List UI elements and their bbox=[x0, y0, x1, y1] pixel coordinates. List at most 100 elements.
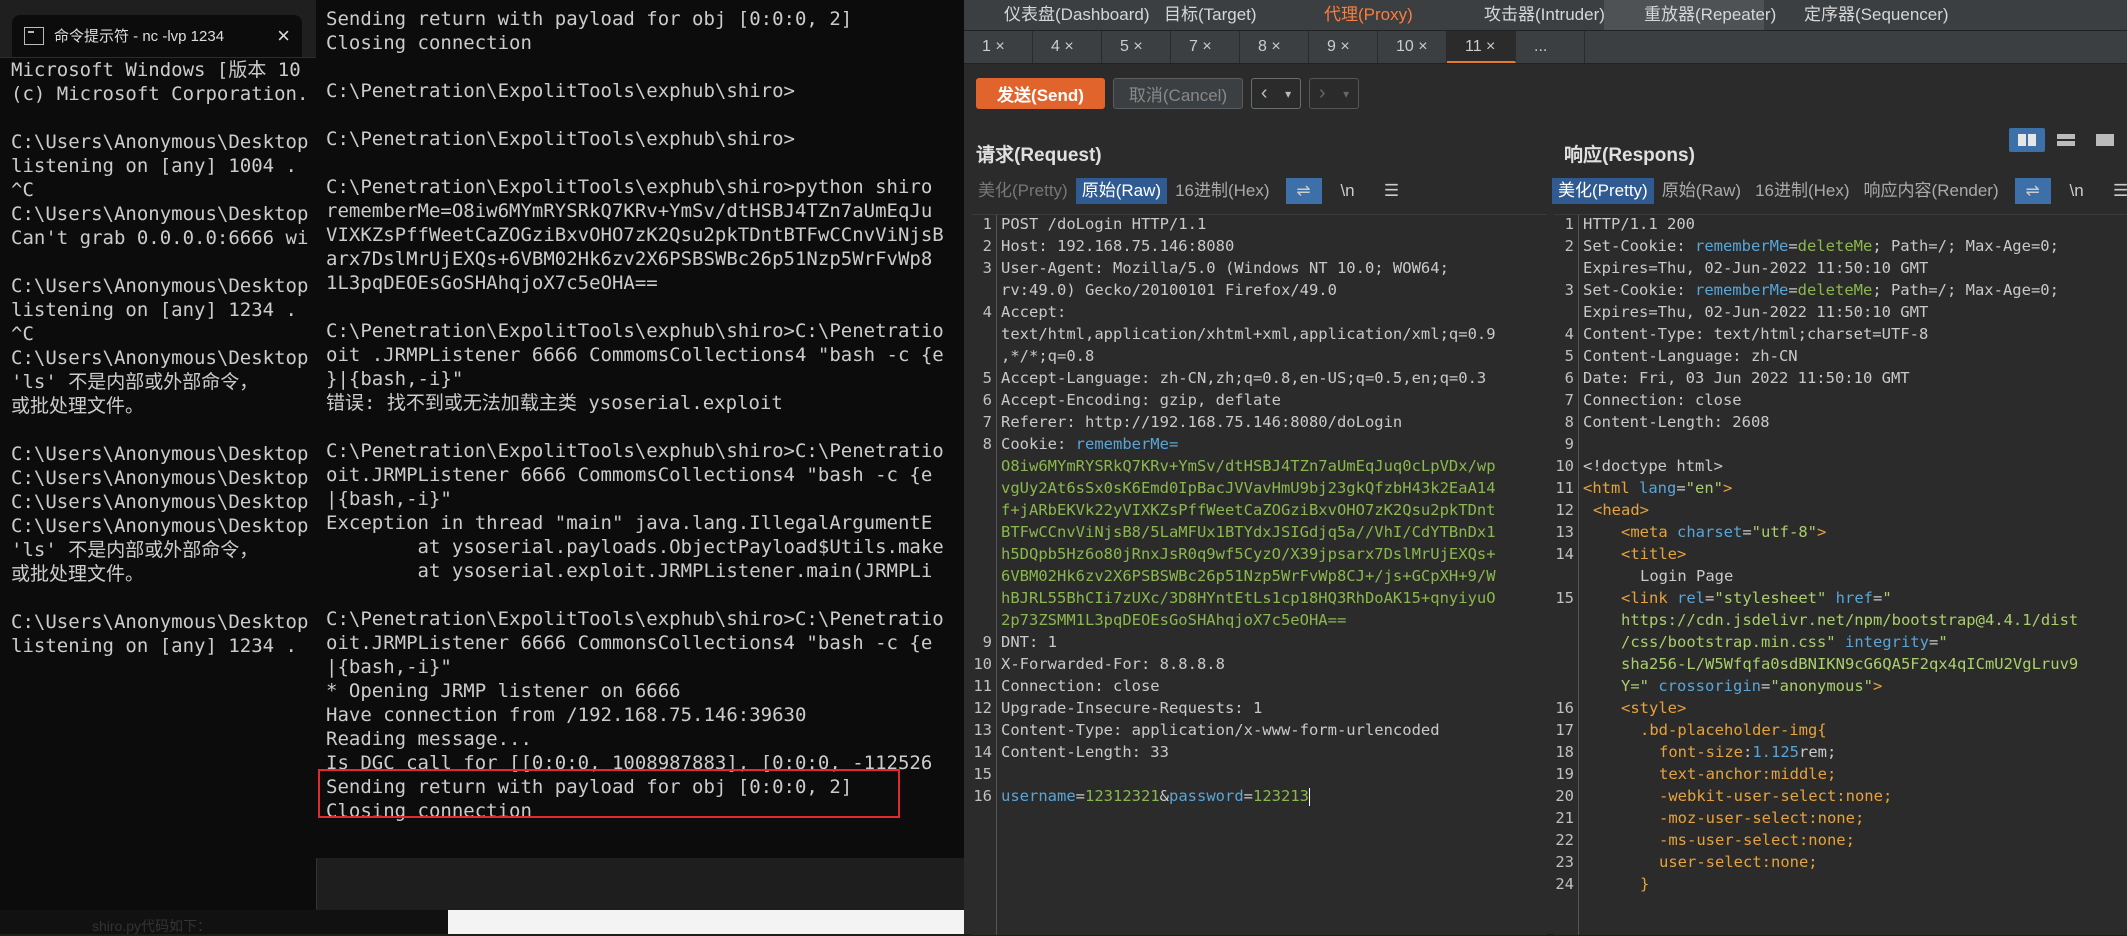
repeater-tab[interactable]: 10 × bbox=[1378, 31, 1447, 63]
line-number: 24 bbox=[1555, 875, 1574, 893]
code-line: Set-Cookie: rememberMe=deleteMe; Path=/;… bbox=[1583, 281, 2059, 299]
line-number: 8 bbox=[982, 435, 992, 453]
code-line: } bbox=[1640, 875, 1650, 893]
layout-toggle bbox=[2006, 128, 2123, 152]
code-line: Content-Language: zh-CN bbox=[1583, 347, 1798, 365]
response-tab-raw[interactable]: 原始(Raw) bbox=[1656, 178, 1747, 204]
document-text: shiro.py代码如下： bbox=[92, 918, 212, 934]
code-line: -ms-user-select:none; bbox=[1659, 831, 1855, 849]
line-number: 14 bbox=[973, 743, 992, 761]
repeater-tab[interactable]: 4 × bbox=[1033, 31, 1102, 63]
repeater-tab[interactable]: 7 × bbox=[1171, 31, 1240, 63]
cookie-value-line: h5DQpb5Hz6o80jRnxJsR0q9wf5CyzO/X39jpsarx… bbox=[1001, 545, 1496, 563]
request-tab-raw[interactable]: 原始(Raw) bbox=[1075, 178, 1168, 204]
tab-proxy[interactable]: 代理(Proxy) bbox=[1284, 0, 1444, 30]
split-horizontal-icon[interactable] bbox=[2009, 128, 2045, 152]
code-line: ,*/*;q=0.8 bbox=[1001, 347, 1095, 365]
terminal-line: ^C bbox=[11, 179, 34, 201]
code-line: Expires=Thu, 02-Jun-2022 11:50:10 GMT bbox=[1583, 303, 1929, 321]
tab-intruder[interactable]: 攻击器(Intruder) bbox=[1444, 0, 1605, 30]
terminal-line: C:\Users\Anonymous\Desktop bbox=[11, 131, 309, 153]
code-line: rv:49.0) Gecko/20100101 Firefox/49.0 bbox=[1001, 281, 1337, 299]
code-line: Content-Length: 33 bbox=[1001, 743, 1169, 761]
line-number: 17 bbox=[1555, 721, 1574, 739]
code-line: Cookie: rememberMe= bbox=[1001, 435, 1178, 453]
line-number: 1 bbox=[1564, 215, 1574, 233]
split-vertical-icon[interactable] bbox=[2048, 128, 2084, 152]
terminal-line: C:\Penetration\ExpolitTools\exphub\shiro… bbox=[326, 176, 933, 198]
code-line: -webkit-user-select:none; bbox=[1659, 787, 1893, 805]
terminal-line: * Opening JRMP listener on 6666 bbox=[326, 680, 681, 702]
terminal-icon bbox=[24, 26, 44, 45]
tab-sequencer[interactable]: 定序器(Sequencer) bbox=[1764, 0, 1949, 30]
terminal-line: C:\Penetration\ExpolitTools\exphub\shiro… bbox=[326, 80, 795, 102]
wrap-icon[interactable]: ⇌ bbox=[2014, 178, 2051, 204]
response-tab-render[interactable]: 响应内容(Render) bbox=[1858, 178, 2005, 204]
cookie-value-line: O8iw6MYmRYSRkQ7KRv+YmSv/dtHSBJ4TZn7aUmEq… bbox=[1001, 457, 1496, 475]
menu-icon[interactable]: ☰ bbox=[2103, 178, 2127, 204]
cancel-button[interactable]: 取消(Cancel) bbox=[1113, 78, 1243, 109]
tab-target[interactable]: 目标(Target) bbox=[1124, 0, 1284, 30]
request-view-tabs: 美化(Pretty) 原始(Raw) 16进制(Hex) ⇌ \n ☰ bbox=[972, 178, 1410, 204]
code-line: Login Page bbox=[1640, 567, 1734, 585]
close-icon[interactable]: × bbox=[277, 24, 290, 47]
terminal-line: Can't grab 0.0.0.0:6666 wi bbox=[11, 227, 309, 249]
send-button[interactable]: 发送(Send) bbox=[976, 78, 1105, 109]
response-tab-hex[interactable]: 16进制(Hex) bbox=[1749, 178, 1855, 204]
equals: = bbox=[1243, 787, 1253, 805]
wrap-icon[interactable]: ⇌ bbox=[1285, 178, 1322, 204]
tab-repeater[interactable]: 重放器(Repeater) bbox=[1604, 0, 1776, 30]
terminal-line: C:\Penetration\ExpolitTools\exphub\shiro… bbox=[326, 608, 944, 630]
terminal-line: C:\Users\Anonymous\Desktop bbox=[11, 275, 309, 297]
request-body[interactable]: POST /doLogin HTTP/1.1 Host: 192.168.75.… bbox=[996, 215, 1547, 935]
terminal-line: C:\Users\Anonymous\Desktop bbox=[11, 203, 309, 225]
code-line: POST /doLogin HTTP/1.1 bbox=[1001, 215, 1207, 233]
param-name: password bbox=[1169, 787, 1244, 805]
code-line: Host: 192.168.75.146:8080 bbox=[1001, 237, 1235, 255]
terminal-line: C:\Users\Anonymous\Desktop bbox=[11, 491, 309, 513]
request-tab-pretty[interactable]: 美化(Pretty) bbox=[972, 178, 1074, 204]
repeater-tab[interactable]: 1 × bbox=[964, 31, 1033, 63]
response-body: HTTP/1.1 200 Set-Cookie: rememberMe=dele… bbox=[1578, 215, 2127, 935]
line-number: 12 bbox=[1555, 501, 1574, 519]
request-tab-hex[interactable]: 16进制(Hex) bbox=[1169, 178, 1275, 204]
repeater-tab-more[interactable]: ... bbox=[1516, 31, 1585, 63]
single-pane-icon[interactable] bbox=[2087, 128, 2123, 152]
terminal-window-exploit: Sending return with payload for obj [0:0… bbox=[316, 0, 965, 858]
line-number: 10 bbox=[973, 655, 992, 673]
code-line: Accept-Language: zh-CN,zh;q=0.8,en-US;q=… bbox=[1001, 369, 1487, 387]
response-editor: 1 2 3 4 5 6 7 8 9 10 11 12 13 14 15 16 17 18 19 20 21 22 23 24 … bbox=[1554, 214, 2127, 935]
code-line: <title> bbox=[1621, 545, 1687, 563]
code-line: Content-Type: text/html;charset=UTF-8 bbox=[1583, 325, 1929, 343]
line-number: 23 bbox=[1555, 853, 1574, 871]
cookie-header: Cookie: bbox=[1001, 435, 1076, 453]
line-number: 5 bbox=[982, 369, 992, 387]
forward-button[interactable]: › ▾ bbox=[1309, 78, 1359, 109]
response-view-tabs: 美化(Pretty) 原始(Raw) 16进制(Hex) 响应内容(Render… bbox=[1552, 178, 2127, 204]
menu-icon[interactable]: ☰ bbox=[1374, 178, 1410, 204]
line-number: 22 bbox=[1555, 831, 1574, 849]
newline-toggle[interactable]: \n bbox=[2059, 178, 2095, 204]
terminal-line: ^C bbox=[11, 323, 34, 345]
tab-dashboard[interactable]: 仪表盘(Dashboard) bbox=[964, 0, 1150, 30]
line-number: 11 bbox=[1555, 479, 1574, 497]
line-number: 6 bbox=[1564, 369, 1574, 387]
terminal-tab[interactable]: 命令提示符 - nc -lvp 1234 × bbox=[12, 14, 302, 57]
line-number: 13 bbox=[1555, 523, 1574, 541]
back-button[interactable]: ‹ ▾ bbox=[1251, 78, 1301, 109]
newline-toggle[interactable]: \n bbox=[1330, 178, 1366, 204]
response-title: 响应(Respons) bbox=[1564, 145, 1695, 166]
request-editor[interactable]: 1 2 3 4 5 6 7 8 9 10 11 12 13 14 15 16 POST /doLogin HT… bbox=[972, 214, 1547, 935]
repeater-tab[interactable]: 8 × bbox=[1240, 31, 1309, 63]
line-number: 16 bbox=[973, 787, 992, 805]
request-title: 请求(Request) bbox=[976, 145, 1102, 166]
repeater-tab-active[interactable]: 11 × bbox=[1447, 31, 1516, 63]
response-tab-pretty[interactable]: 美化(Pretty) bbox=[1552, 178, 1654, 204]
repeater-tab[interactable]: 9 × bbox=[1309, 31, 1378, 63]
repeater-tab[interactable]: 5 × bbox=[1102, 31, 1171, 63]
line-number: 4 bbox=[1564, 325, 1574, 343]
